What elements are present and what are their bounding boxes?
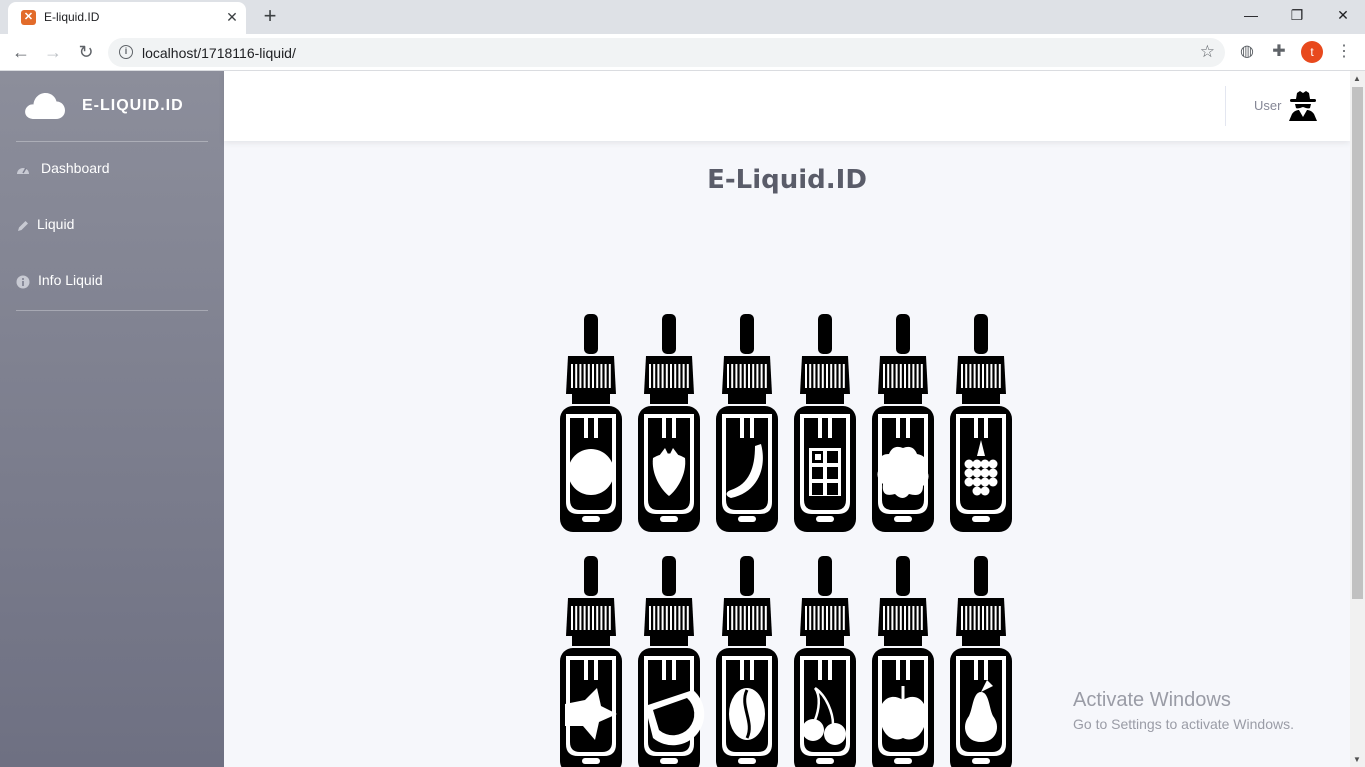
browser-tab[interactable]: ✕ E-liquid.ID ✕ (8, 2, 246, 34)
tab-title: E-liquid.ID (44, 10, 100, 24)
info-circle-icon (16, 275, 30, 289)
windows-activation-watermark: Activate Windows Go to Settings to activ… (1073, 689, 1294, 732)
liquid-bottle (872, 314, 934, 532)
watermark-title: Activate Windows (1073, 689, 1231, 711)
sidebar-item-label: Info Liquid (38, 272, 103, 288)
page-viewport: E-LIQUID.ID Dashboard Liquid Info Liquid (0, 71, 1365, 767)
profile-avatar[interactable]: t (1301, 41, 1323, 63)
close-tab-icon[interactable]: ✕ (224, 9, 240, 25)
reload-icon[interactable]: ↻ (74, 40, 98, 64)
user-secret-icon[interactable] (1286, 89, 1320, 123)
scroll-down-arrow-icon[interactable]: ▼ (1353, 755, 1361, 764)
liquid-bottle (560, 556, 622, 767)
liquid-bottle (872, 556, 934, 767)
e-liquid-bottles-illustration (560, 314, 1012, 767)
forward-arrow-icon[interactable]: → (41, 40, 65, 64)
scrollbar-thumb[interactable] (1352, 87, 1363, 599)
tachometer-icon (17, 167, 29, 174)
browser-tab-strip: ✕ E-liquid.ID ✕ + — ❐ ✕ (0, 0, 1365, 34)
back-arrow-icon[interactable]: ← (9, 40, 33, 64)
watermark-subtitle: Go to Settings to activate Windows. (1073, 716, 1294, 732)
liquid-bottle (638, 314, 700, 532)
new-tab-button[interactable]: + (258, 4, 282, 28)
address-url[interactable]: localhost/1718116-liquid/ (142, 45, 296, 61)
sidebar-divider (16, 310, 208, 311)
liquid-bottle (794, 314, 856, 532)
user-name[interactable]: User (1254, 98, 1281, 113)
liquid-bottle (950, 556, 1012, 767)
extensions-puzzle-icon[interactable]: ✚ (1268, 41, 1290, 63)
browser-toolbar: ← → ↻ i localhost/1718116-liquid/ ☆ ◍ ✚ … (0, 34, 1365, 71)
liquid-bottle (638, 556, 705, 767)
page-title: E-Liquid.ID (707, 165, 867, 195)
address-bar[interactable]: i localhost/1718116-liquid/ ☆ (108, 38, 1225, 67)
bookmark-star-icon[interactable]: ☆ (1200, 42, 1215, 62)
sidebar-divider (16, 141, 208, 142)
liquid-bottle (950, 314, 1012, 532)
sidebar-item-liquid[interactable]: Liquid (16, 211, 208, 241)
liquid-bottle (716, 556, 778, 767)
liquid-bottle (716, 314, 778, 532)
pencil-icon (18, 221, 28, 231)
sidebar-item-label: Liquid (37, 216, 75, 232)
site-info-icon[interactable]: i (119, 45, 133, 59)
cloud-icon (25, 93, 66, 119)
topbar-divider (1225, 86, 1226, 126)
xampp-favicon-icon: ✕ (21, 10, 36, 25)
liquid-bottle (560, 314, 622, 532)
maximize-button[interactable]: ❐ (1282, 4, 1312, 26)
sidebar-item-label: Dashboard (41, 160, 110, 176)
brand-name: E-LIQUID.ID (82, 97, 184, 114)
scroll-up-arrow-icon[interactable]: ▲ (1353, 74, 1361, 83)
sidebar-item-dashboard[interactable]: Dashboard (16, 155, 208, 185)
globe-extension-icon[interactable]: ◍ (1236, 41, 1258, 63)
liquid-bottle (794, 556, 856, 767)
page-scrollbar[interactable]: ▲ ▼ (1350, 71, 1365, 767)
sidebar: E-LIQUID.ID Dashboard Liquid Info Liquid (0, 71, 224, 767)
close-window-button[interactable]: ✕ (1328, 4, 1358, 26)
minimize-button[interactable]: — (1236, 4, 1266, 26)
top-navbar: User (224, 71, 1350, 141)
sidebar-item-info-liquid[interactable]: Info Liquid (16, 267, 208, 297)
browser-menu-icon[interactable]: ⋮ (1333, 41, 1355, 63)
